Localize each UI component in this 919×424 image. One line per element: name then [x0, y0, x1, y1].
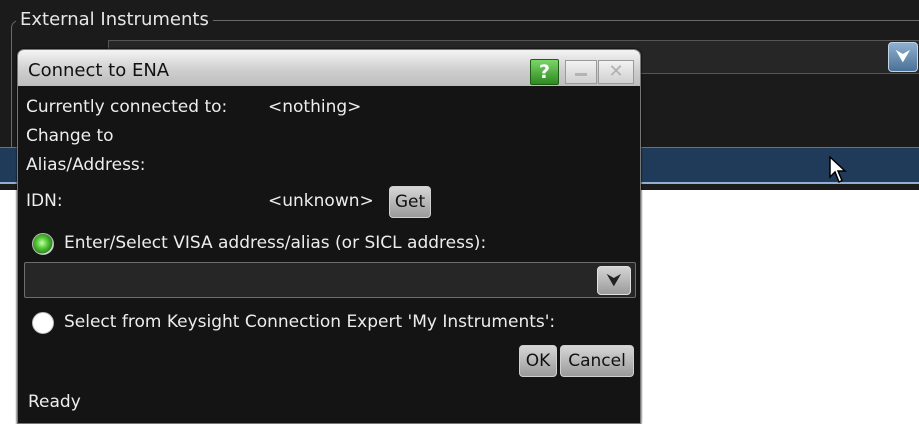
chevron-down-icon[interactable]: ⮟ [597, 266, 631, 295]
radio-visa-address[interactable] [32, 233, 54, 255]
currently-connected-value: <nothing> [268, 97, 362, 117]
get-button[interactable]: Get [389, 186, 431, 218]
minimize-button[interactable] [565, 60, 597, 84]
status-text: Ready [28, 392, 81, 412]
idn-label: IDN: [26, 191, 63, 211]
arrow-cursor-icon [829, 156, 847, 184]
help-button[interactable]: ? [530, 59, 559, 85]
radio-keysight-connection-expert[interactable] [32, 312, 54, 334]
change-to-label: Change to [26, 126, 114, 146]
cancel-button[interactable]: Cancel [560, 345, 634, 377]
ok-button[interactable]: OK [519, 345, 557, 377]
radio-keysight-label[interactable]: Select from Keysight Connection Expert '… [64, 311, 555, 333]
visa-address-combo[interactable] [24, 262, 636, 298]
alias-address-label: Alias/Address: [26, 155, 146, 175]
external-instruments-group-title: External Instruments [16, 9, 213, 31]
connect-to-ena-dialog: Connect to ENA ? ✕ Currently connected t… [17, 49, 641, 424]
dialog-titlebar[interactable]: Connect to ENA ? ✕ [18, 50, 640, 86]
dialog-title: Connect to ENA [28, 60, 170, 81]
close-button[interactable]: ✕ [598, 60, 634, 84]
radio-visa-label[interactable]: Enter/Select VISA address/alias (or SICL… [64, 232, 486, 254]
chevron-down-icon[interactable]: ⮟ [888, 42, 918, 72]
idn-value: <unknown> [268, 191, 374, 211]
currently-connected-label: Currently connected to: [26, 97, 228, 117]
